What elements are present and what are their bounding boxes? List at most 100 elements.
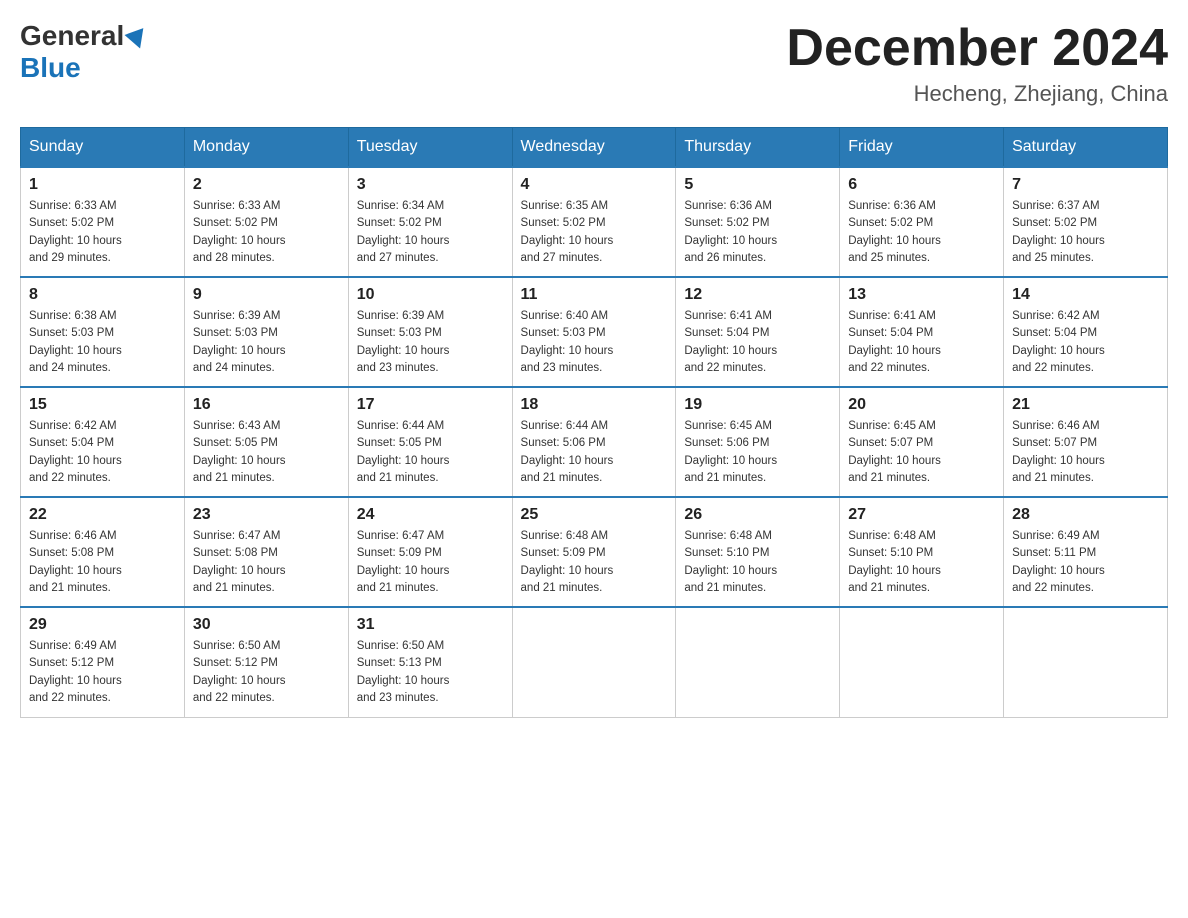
day-cell: 16 Sunrise: 6:43 AM Sunset: 5:05 PM Dayl… <box>184 387 348 497</box>
day-cell: 19 Sunrise: 6:45 AM Sunset: 5:06 PM Dayl… <box>676 387 840 497</box>
header-friday: Friday <box>840 128 1004 168</box>
header-wednesday: Wednesday <box>512 128 676 168</box>
day-info: Sunrise: 6:46 AM Sunset: 5:07 PM Dayligh… <box>1012 418 1159 487</box>
day-cell: 15 Sunrise: 6:42 AM Sunset: 5:04 PM Dayl… <box>21 387 185 497</box>
week-row-3: 15 Sunrise: 6:42 AM Sunset: 5:04 PM Dayl… <box>21 387 1168 497</box>
day-number: 18 <box>521 396 668 414</box>
day-info: Sunrise: 6:39 AM Sunset: 5:03 PM Dayligh… <box>193 308 340 377</box>
day-number: 16 <box>193 396 340 414</box>
day-info: Sunrise: 6:50 AM Sunset: 5:13 PM Dayligh… <box>357 638 504 707</box>
week-row-5: 29 Sunrise: 6:49 AM Sunset: 5:12 PM Dayl… <box>21 607 1168 717</box>
day-number: 3 <box>357 176 504 194</box>
day-number: 31 <box>357 616 504 634</box>
day-cell: 11 Sunrise: 6:40 AM Sunset: 5:03 PM Dayl… <box>512 277 676 387</box>
day-info: Sunrise: 6:37 AM Sunset: 5:02 PM Dayligh… <box>1012 198 1159 267</box>
day-number: 30 <box>193 616 340 634</box>
header-saturday: Saturday <box>1004 128 1168 168</box>
day-info: Sunrise: 6:48 AM Sunset: 5:10 PM Dayligh… <box>848 528 995 597</box>
day-cell: 1 Sunrise: 6:33 AM Sunset: 5:02 PM Dayli… <box>21 167 185 277</box>
day-cell: 24 Sunrise: 6:47 AM Sunset: 5:09 PM Dayl… <box>348 497 512 607</box>
day-info: Sunrise: 6:34 AM Sunset: 5:02 PM Dayligh… <box>357 198 504 267</box>
day-cell: 22 Sunrise: 6:46 AM Sunset: 5:08 PM Dayl… <box>21 497 185 607</box>
day-cell: 10 Sunrise: 6:39 AM Sunset: 5:03 PM Dayl… <box>348 277 512 387</box>
day-cell: 21 Sunrise: 6:46 AM Sunset: 5:07 PM Dayl… <box>1004 387 1168 497</box>
day-info: Sunrise: 6:41 AM Sunset: 5:04 PM Dayligh… <box>848 308 995 377</box>
day-info: Sunrise: 6:47 AM Sunset: 5:08 PM Dayligh… <box>193 528 340 597</box>
title-section: December 2024 Hecheng, Zhejiang, China <box>786 20 1168 107</box>
day-info: Sunrise: 6:47 AM Sunset: 5:09 PM Dayligh… <box>357 528 504 597</box>
day-cell: 9 Sunrise: 6:39 AM Sunset: 5:03 PM Dayli… <box>184 277 348 387</box>
day-number: 21 <box>1012 396 1159 414</box>
day-info: Sunrise: 6:49 AM Sunset: 5:11 PM Dayligh… <box>1012 528 1159 597</box>
day-number: 4 <box>521 176 668 194</box>
day-cell: 28 Sunrise: 6:49 AM Sunset: 5:11 PM Dayl… <box>1004 497 1168 607</box>
day-cell: 30 Sunrise: 6:50 AM Sunset: 5:12 PM Dayl… <box>184 607 348 717</box>
day-number: 11 <box>521 286 668 304</box>
day-cell: 5 Sunrise: 6:36 AM Sunset: 5:02 PM Dayli… <box>676 167 840 277</box>
week-row-4: 22 Sunrise: 6:46 AM Sunset: 5:08 PM Dayl… <box>21 497 1168 607</box>
day-number: 27 <box>848 506 995 524</box>
day-cell <box>840 607 1004 717</box>
logo: General Blue <box>20 20 150 84</box>
day-number: 28 <box>1012 506 1159 524</box>
day-cell: 18 Sunrise: 6:44 AM Sunset: 5:06 PM Dayl… <box>512 387 676 497</box>
day-number: 8 <box>29 286 176 304</box>
day-info: Sunrise: 6:33 AM Sunset: 5:02 PM Dayligh… <box>193 198 340 267</box>
day-info: Sunrise: 6:42 AM Sunset: 5:04 PM Dayligh… <box>29 418 176 487</box>
day-cell <box>512 607 676 717</box>
day-info: Sunrise: 6:45 AM Sunset: 5:06 PM Dayligh… <box>684 418 831 487</box>
day-number: 12 <box>684 286 831 304</box>
day-number: 22 <box>29 506 176 524</box>
day-info: Sunrise: 6:36 AM Sunset: 5:02 PM Dayligh… <box>848 198 995 267</box>
day-info: Sunrise: 6:44 AM Sunset: 5:06 PM Dayligh… <box>521 418 668 487</box>
header-monday: Monday <box>184 128 348 168</box>
header-tuesday: Tuesday <box>348 128 512 168</box>
day-cell: 7 Sunrise: 6:37 AM Sunset: 5:02 PM Dayli… <box>1004 167 1168 277</box>
header-thursday: Thursday <box>676 128 840 168</box>
day-info: Sunrise: 6:35 AM Sunset: 5:02 PM Dayligh… <box>521 198 668 267</box>
day-info: Sunrise: 6:38 AM Sunset: 5:03 PM Dayligh… <box>29 308 176 377</box>
day-number: 25 <box>521 506 668 524</box>
day-cell: 12 Sunrise: 6:41 AM Sunset: 5:04 PM Dayl… <box>676 277 840 387</box>
day-number: 7 <box>1012 176 1159 194</box>
day-cell: 3 Sunrise: 6:34 AM Sunset: 5:02 PM Dayli… <box>348 167 512 277</box>
day-cell: 8 Sunrise: 6:38 AM Sunset: 5:03 PM Dayli… <box>21 277 185 387</box>
day-info: Sunrise: 6:43 AM Sunset: 5:05 PM Dayligh… <box>193 418 340 487</box>
day-cell: 2 Sunrise: 6:33 AM Sunset: 5:02 PM Dayli… <box>184 167 348 277</box>
day-cell <box>1004 607 1168 717</box>
day-info: Sunrise: 6:40 AM Sunset: 5:03 PM Dayligh… <box>521 308 668 377</box>
day-number: 9 <box>193 286 340 304</box>
day-cell: 31 Sunrise: 6:50 AM Sunset: 5:13 PM Dayl… <box>348 607 512 717</box>
day-cell: 17 Sunrise: 6:44 AM Sunset: 5:05 PM Dayl… <box>348 387 512 497</box>
day-info: Sunrise: 6:42 AM Sunset: 5:04 PM Dayligh… <box>1012 308 1159 377</box>
day-cell: 14 Sunrise: 6:42 AM Sunset: 5:04 PM Dayl… <box>1004 277 1168 387</box>
day-info: Sunrise: 6:48 AM Sunset: 5:09 PM Dayligh… <box>521 528 668 597</box>
day-info: Sunrise: 6:46 AM Sunset: 5:08 PM Dayligh… <box>29 528 176 597</box>
day-cell: 4 Sunrise: 6:35 AM Sunset: 5:02 PM Dayli… <box>512 167 676 277</box>
day-cell: 13 Sunrise: 6:41 AM Sunset: 5:04 PM Dayl… <box>840 277 1004 387</box>
day-number: 6 <box>848 176 995 194</box>
day-number: 2 <box>193 176 340 194</box>
day-info: Sunrise: 6:49 AM Sunset: 5:12 PM Dayligh… <box>29 638 176 707</box>
day-number: 26 <box>684 506 831 524</box>
logo-triangle-icon <box>125 28 150 52</box>
day-number: 5 <box>684 176 831 194</box>
day-number: 17 <box>357 396 504 414</box>
day-number: 23 <box>193 506 340 524</box>
day-number: 15 <box>29 396 176 414</box>
page-header: General Blue December 2024 Hecheng, Zhej… <box>20 20 1168 107</box>
day-info: Sunrise: 6:48 AM Sunset: 5:10 PM Dayligh… <box>684 528 831 597</box>
day-number: 1 <box>29 176 176 194</box>
logo-blue-part <box>124 27 150 45</box>
day-number: 29 <box>29 616 176 634</box>
day-cell: 25 Sunrise: 6:48 AM Sunset: 5:09 PM Dayl… <box>512 497 676 607</box>
day-info: Sunrise: 6:41 AM Sunset: 5:04 PM Dayligh… <box>684 308 831 377</box>
location-subtitle: Hecheng, Zhejiang, China <box>786 81 1168 107</box>
day-info: Sunrise: 6:45 AM Sunset: 5:07 PM Dayligh… <box>848 418 995 487</box>
day-info: Sunrise: 6:33 AM Sunset: 5:02 PM Dayligh… <box>29 198 176 267</box>
week-row-2: 8 Sunrise: 6:38 AM Sunset: 5:03 PM Dayli… <box>21 277 1168 387</box>
header-row: SundayMondayTuesdayWednesdayThursdayFrid… <box>21 128 1168 168</box>
day-cell <box>676 607 840 717</box>
day-cell: 20 Sunrise: 6:45 AM Sunset: 5:07 PM Dayl… <box>840 387 1004 497</box>
week-row-1: 1 Sunrise: 6:33 AM Sunset: 5:02 PM Dayli… <box>21 167 1168 277</box>
